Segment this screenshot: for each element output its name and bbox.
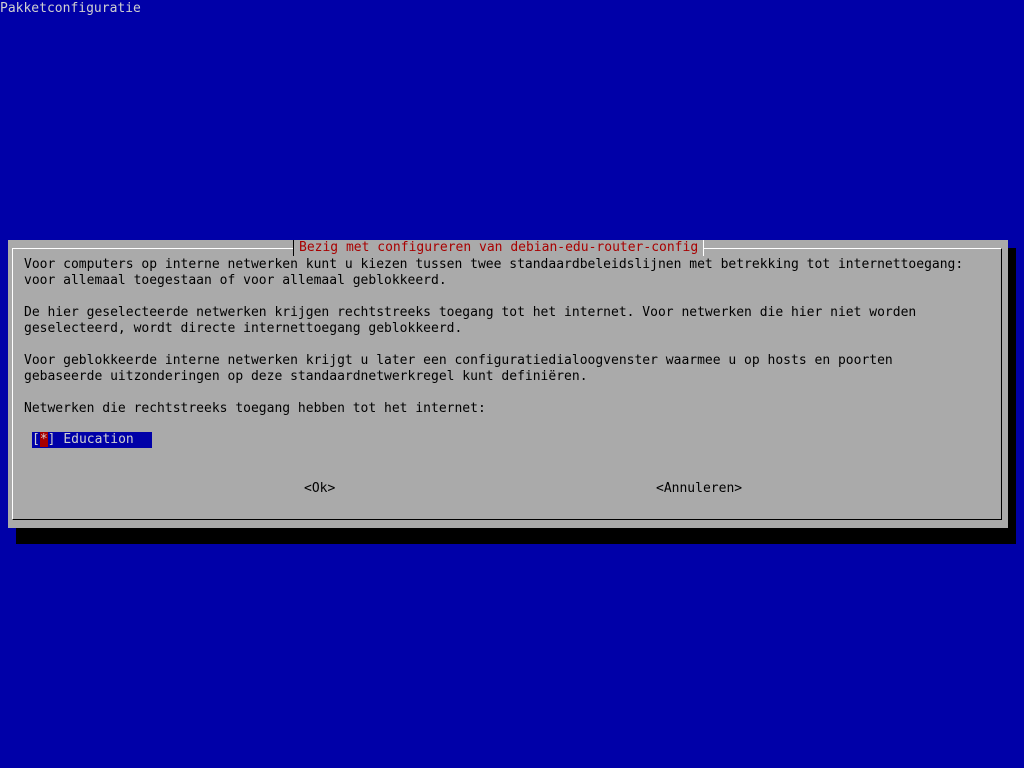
description-p2-line2: geselecteerd, wordt directe internettoeg… bbox=[24, 321, 463, 336]
description-p3-line1: Voor geblokkeerde interne netwerken krij… bbox=[24, 353, 893, 368]
checkbox-education[interactable]: [*] Education bbox=[32, 432, 152, 448]
dialog-title: Bezig met configureren van debian-edu-ro… bbox=[293, 240, 705, 256]
screen-title: Pakketconfiguratie bbox=[0, 1, 141, 16]
cancel-button[interactable]: <Annuleren> bbox=[656, 481, 742, 497]
description-p3-line2: gebaseerde uitzonderingen op deze standa… bbox=[24, 369, 588, 384]
description-p2-line1: De hier geselecteerde netwerken krijgen … bbox=[24, 305, 917, 320]
checkbox-open-bracket: [ bbox=[32, 432, 40, 447]
checkbox-close-bracket: ] bbox=[47, 432, 56, 447]
ok-button[interactable]: <Ok> bbox=[304, 481, 335, 497]
description-p1-line1: Voor computers op interne netwerken kunt… bbox=[24, 257, 964, 272]
checkbox-label: Education bbox=[63, 432, 134, 447]
description-p1-line2: voor allemaal toegestaan of voor allemaa… bbox=[24, 273, 447, 288]
configuration-dialog: Bezig met configureren van debian-edu-ro… bbox=[8, 240, 1008, 528]
checkbox-checked-mark: * bbox=[39, 432, 48, 447]
checklist-prompt: Netwerken die rechtstreeks toegang hebbe… bbox=[24, 401, 486, 416]
